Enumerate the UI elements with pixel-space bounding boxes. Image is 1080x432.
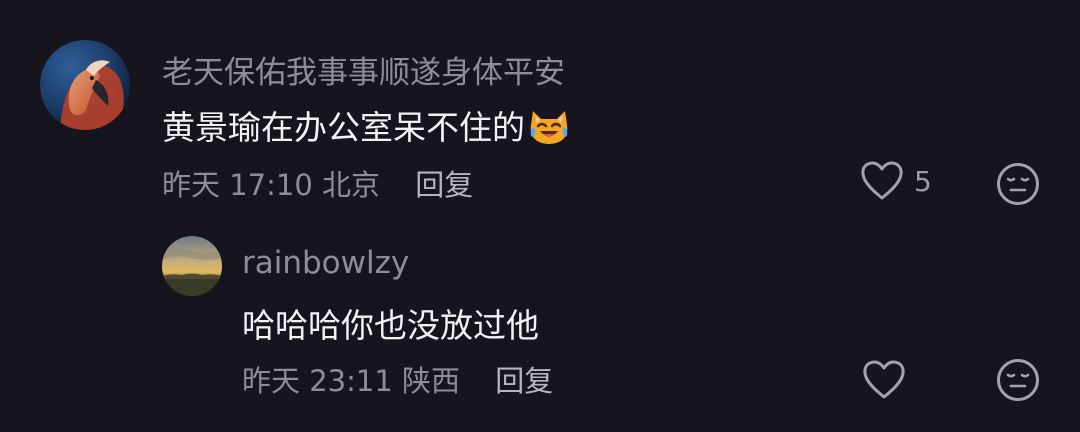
reply-time: 昨天 23:11 — [242, 364, 393, 398]
comment-location: 北京 — [322, 168, 381, 202]
avatar-image — [40, 40, 130, 130]
reply-text: 哈哈哈你也没放过他 — [242, 306, 539, 345]
comment-time: 昨天 17:10 — [162, 168, 313, 202]
dislike-button[interactable] — [996, 162, 1040, 210]
avatar[interactable] — [40, 40, 130, 130]
comment-text-body: 黄景瑜在办公室呆不住的 — [162, 108, 525, 147]
neutral-face-icon — [997, 163, 1039, 205]
comment-meta: 昨天 17:10 北京 回复 — [162, 162, 473, 204]
heart-outline-icon — [863, 360, 905, 399]
laughing-cat-face-with-tears-icon — [527, 107, 571, 153]
like-button[interactable] — [862, 360, 906, 400]
reply-meta: 昨天 23:11 陕西 回复 — [242, 358, 553, 400]
like-count: 5 — [914, 164, 932, 198]
comment-username[interactable]: 老天保佑我事事顺遂身体平安 — [162, 47, 565, 92]
reply-button[interactable]: 回复 — [415, 168, 473, 202]
comment-text: 黄景瑜在办公室呆不住的 — [162, 101, 571, 153]
heart-outline-icon — [861, 161, 903, 200]
reply-username[interactable]: rainbowlzy — [242, 245, 409, 281]
neutral-face-icon — [997, 359, 1039, 401]
avatar-image — [162, 236, 222, 296]
reply-location: 陕西 — [402, 364, 461, 398]
like-button[interactable]: 5 — [860, 161, 932, 201]
avatar[interactable] — [162, 236, 222, 296]
dislike-button[interactable] — [996, 358, 1040, 406]
reply-button[interactable]: 回复 — [495, 364, 553, 398]
